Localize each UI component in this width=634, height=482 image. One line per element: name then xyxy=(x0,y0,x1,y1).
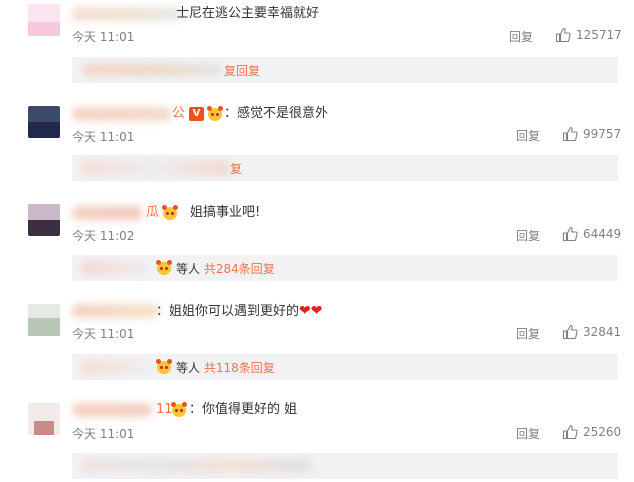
avatar[interactable] xyxy=(28,106,60,138)
blurred-replier xyxy=(80,261,150,275)
comment-item: 瓜 姐搞事业吧! 今天 11:02 回复 64449 等人 共284条回复 xyxy=(0,196,634,295)
sub-replies-bar: 复回复 xyxy=(72,57,618,83)
comment-text: ：你值得更好的 姐 xyxy=(189,402,298,417)
view-replies-link[interactable]: 复 xyxy=(230,162,242,176)
blurred-replier xyxy=(80,360,152,374)
like-button[interactable]: 125717 xyxy=(555,27,622,43)
sub-replies-bar: 复 xyxy=(72,155,618,181)
comment-time: 今天 11:01 xyxy=(72,130,135,144)
reply-button[interactable]: 回复 xyxy=(516,425,540,442)
thumbs-up-icon xyxy=(562,126,578,142)
blurred-username[interactable] xyxy=(72,403,152,417)
like-button[interactable]: 32841 xyxy=(562,324,621,340)
avatar[interactable] xyxy=(28,204,60,236)
reply-button[interactable]: 回复 xyxy=(516,325,540,342)
comment-item: ：姐姐你可以遇到更好的❤❤ 今天 11:01 回复 32841 等人 共118条… xyxy=(0,295,634,394)
reply-summary: 等人 xyxy=(176,262,201,276)
comment-time: 今天 11:02 xyxy=(72,229,135,243)
like-count: 99757 xyxy=(583,127,622,141)
username[interactable]: 瓜 xyxy=(146,203,159,223)
fan-badge-icon xyxy=(207,106,223,122)
blurred-username[interactable] xyxy=(72,206,142,220)
thumbs-up-icon xyxy=(555,27,571,43)
fan-badge-icon xyxy=(156,260,172,276)
blurred-username[interactable] xyxy=(72,304,160,318)
like-count: 32841 xyxy=(583,325,622,339)
comment-text: 士尼在逃公主要幸福就好 xyxy=(176,6,320,21)
avatar[interactable] xyxy=(28,4,60,36)
sub-replies-bar: 等人 共284条回复 xyxy=(72,255,618,281)
comment-text: 姐搞事业吧! xyxy=(190,205,261,220)
comment-time: 今天 11:01 xyxy=(72,30,135,44)
like-button[interactable]: 25260 xyxy=(562,424,621,440)
blurred-replier xyxy=(80,160,230,176)
avatar[interactable] xyxy=(28,304,60,336)
blurred-username[interactable] xyxy=(72,107,172,121)
avatar[interactable] xyxy=(28,403,60,435)
like-count: 64449 xyxy=(583,227,622,241)
comment-time: 今天 11:01 xyxy=(72,327,135,341)
vip-badge-icon: V xyxy=(189,107,204,121)
heart-icon: ❤❤ xyxy=(299,303,323,319)
reply-button[interactable]: 回复 xyxy=(516,227,540,244)
reply-button[interactable]: 回复 xyxy=(509,28,533,45)
view-replies-link[interactable]: 复回复 xyxy=(224,64,260,78)
sub-replies-bar: 等人 共118条回复 xyxy=(72,354,618,380)
username[interactable]: 公 xyxy=(172,104,185,124)
blurred-username[interactable] xyxy=(72,7,182,21)
fan-badge-icon xyxy=(171,402,187,418)
like-count: 25260 xyxy=(583,425,622,439)
comment-item: 士尼在逃公主要幸福就好 今天 11:01 回复 125717 复回复 xyxy=(0,0,634,97)
sub-replies-bar xyxy=(72,453,618,479)
fan-badge-icon xyxy=(156,359,172,375)
comment-text: ：感觉不是很意外 xyxy=(224,106,329,121)
view-replies-link[interactable]: 共284条回复 xyxy=(204,262,275,276)
like-button[interactable]: 64449 xyxy=(562,226,621,242)
reply-summary: 等人 xyxy=(176,361,201,375)
blurred-replier xyxy=(80,459,312,473)
thumbs-up-icon xyxy=(562,226,578,242)
view-replies-link[interactable]: 共118条回复 xyxy=(204,361,275,375)
thumbs-up-icon xyxy=(562,324,578,340)
fan-badge-icon xyxy=(162,205,178,221)
blurred-replier xyxy=(82,64,222,76)
comment-text: ：姐姐你可以遇到更好的❤❤ xyxy=(156,303,323,319)
reply-button[interactable]: 回复 xyxy=(516,127,540,144)
comment-time: 今天 11:01 xyxy=(72,427,135,441)
comment-item: 公 V ：感觉不是很意外 今天 11:01 回复 99757 复 xyxy=(0,97,634,196)
like-count: 125717 xyxy=(576,28,622,42)
thumbs-up-icon xyxy=(562,424,578,440)
comment-item: 11 ：你值得更好的 姐 今天 11:01 回复 25260 xyxy=(0,394,634,482)
like-button[interactable]: 99757 xyxy=(562,126,621,142)
